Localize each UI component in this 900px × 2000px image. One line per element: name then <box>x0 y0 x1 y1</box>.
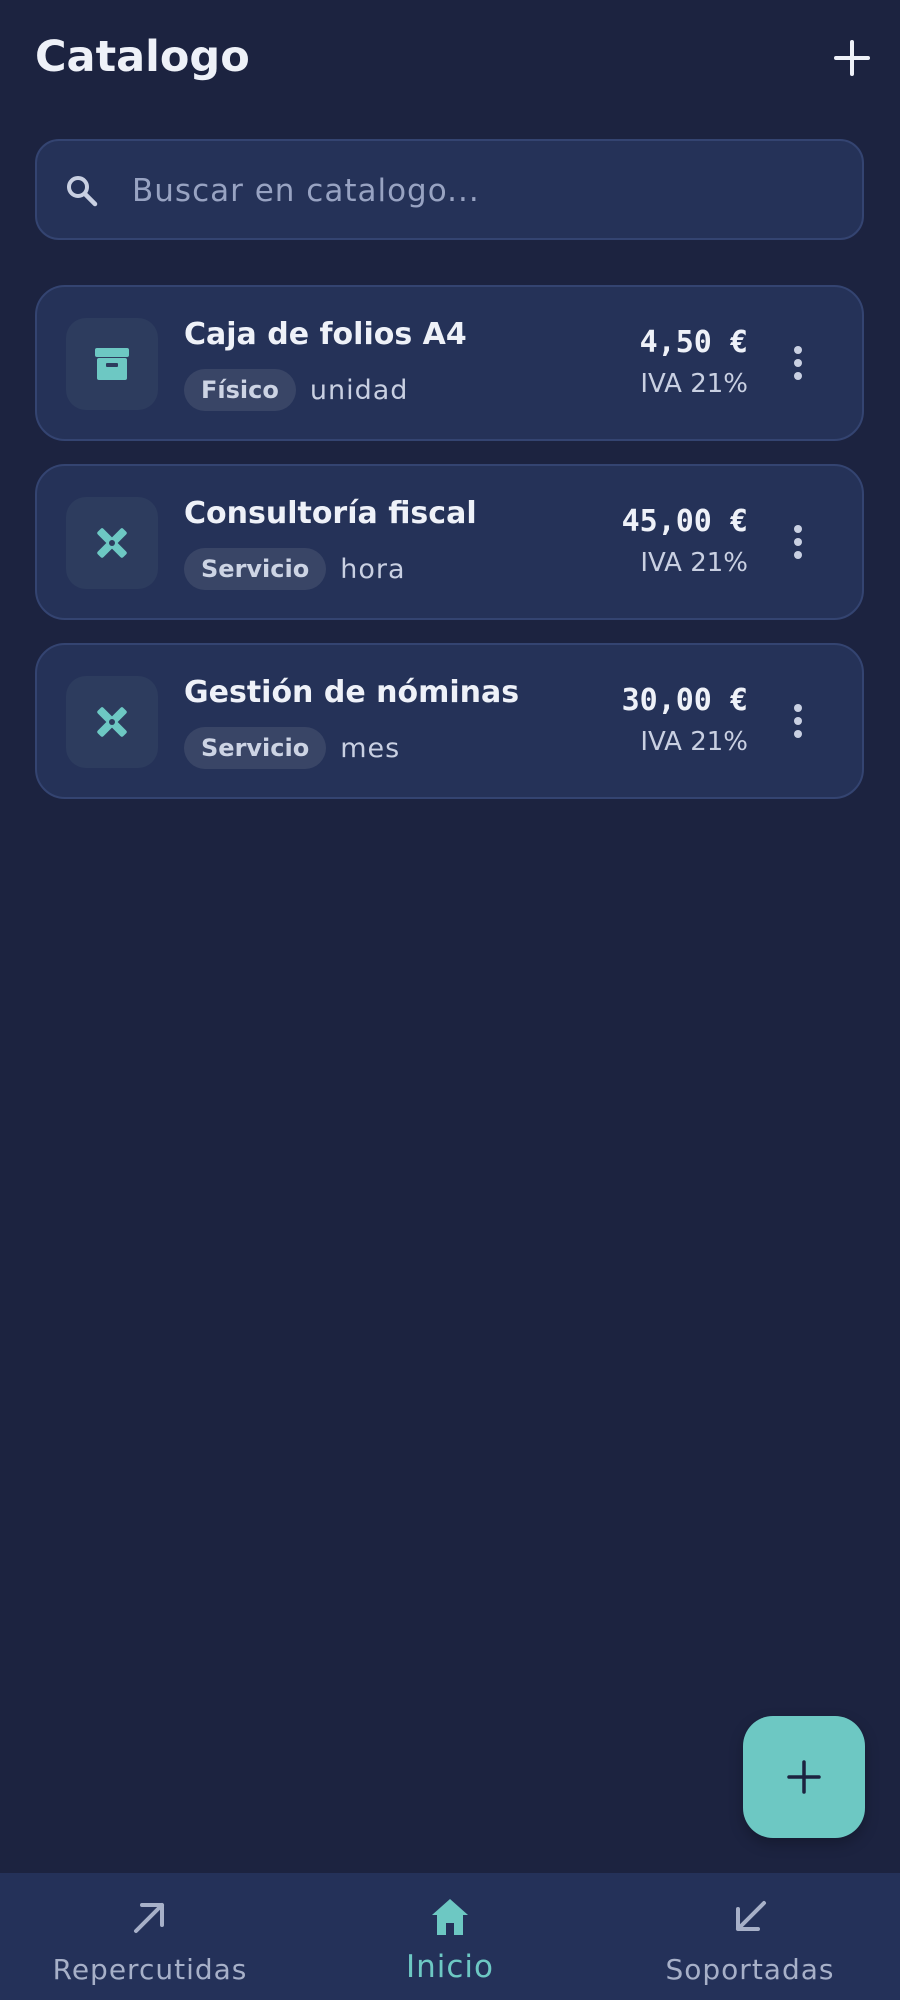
tools-icon <box>97 707 127 737</box>
item-tax: IVA 21% <box>640 369 748 399</box>
item-price: 4,50 € <box>639 325 748 360</box>
search-icon <box>67 176 98 207</box>
add-item-button[interactable] <box>832 38 872 78</box>
item-unit: hora <box>340 553 406 585</box>
item-type-badge: Servicio <box>184 727 327 769</box>
item-type-badge: Físico <box>184 369 296 411</box>
nav-label: Repercutidas <box>52 1953 248 1986</box>
item-menu-button[interactable] <box>790 522 806 562</box>
more-vertical-icon <box>794 525 802 559</box>
item-unit: unidad <box>309 374 409 406</box>
more-vertical-icon <box>794 346 802 380</box>
item-name: Consultoría fiscal <box>184 496 477 531</box>
item-tax: IVA 21% <box>640 727 748 757</box>
plus-icon <box>834 40 870 76</box>
search-input[interactable] <box>132 163 832 219</box>
item-price: 30,00 € <box>621 683 748 718</box>
item-menu-button[interactable] <box>790 701 806 741</box>
item-meta: Servicio hora <box>184 548 406 590</box>
nav-label: Soportadas <box>665 1953 835 1986</box>
page-title: Catalogo <box>35 32 250 82</box>
add-item-fab[interactable] <box>743 1716 865 1838</box>
item-meta: Servicio mes <box>184 727 400 769</box>
tools-icon <box>97 528 127 558</box>
arrow-down-left-icon <box>736 1901 766 1931</box>
item-name: Gestión de nóminas <box>184 675 520 710</box>
home-icon <box>432 1899 468 1935</box>
catalog-item[interactable]: Consultoría fiscal Servicio hora 45,00 €… <box>35 464 864 620</box>
item-icon-container <box>66 318 158 410</box>
item-tax: IVA 21% <box>640 548 748 578</box>
item-icon-container <box>66 497 158 589</box>
arrow-up-right-icon <box>134 1903 164 1933</box>
item-name: Caja de folios A4 <box>184 317 467 352</box>
item-icon-container <box>66 676 158 768</box>
nav-item-soportadas[interactable]: Soportadas <box>600 1873 900 2000</box>
item-unit: mes <box>340 732 401 764</box>
nav-item-inicio[interactable]: Inicio <box>300 1873 600 2000</box>
item-price: 45,00 € <box>621 504 748 539</box>
search-bar[interactable] <box>35 139 864 240</box>
item-meta: Físico unidad <box>184 369 408 411</box>
catalog-item[interactable]: Gestión de nóminas Servicio mes 30,00 € … <box>35 643 864 799</box>
nav-label: Inicio <box>405 1949 495 1985</box>
nav-item-repercutidas[interactable]: Repercutidas <box>0 1873 300 2000</box>
bottom-navigation: Repercutidas Inicio Soportadas <box>0 1873 900 2000</box>
plus-icon <box>787 1760 821 1794</box>
item-type-badge: Servicio <box>184 548 327 590</box>
catalog-item[interactable]: Caja de folios A4 Físico unidad 4,50 € I… <box>35 285 864 441</box>
item-menu-button[interactable] <box>790 343 806 383</box>
archive-icon <box>95 348 129 380</box>
catalog-screen: Catalogo Caja de folios A4 Físico unidad <box>0 0 900 2000</box>
more-vertical-icon <box>794 704 802 738</box>
app-header: Catalogo <box>0 0 900 120</box>
